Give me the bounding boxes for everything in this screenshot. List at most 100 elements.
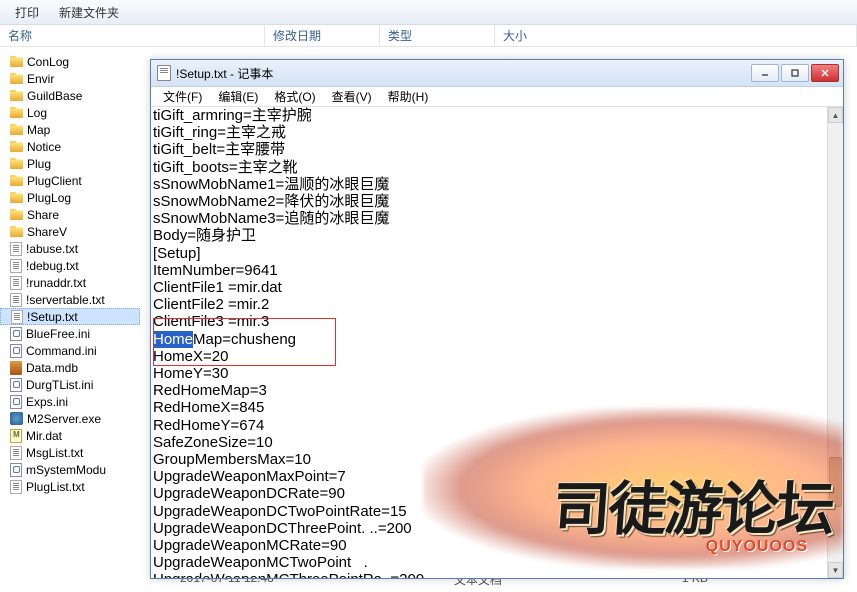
txt-icon <box>11 310 23 324</box>
folder-icon <box>10 175 23 186</box>
menu-edit[interactable]: 编辑(E) <box>212 86 264 107</box>
folder-icon <box>10 107 23 118</box>
file-row[interactable]: MsgList.txt <box>0 444 140 461</box>
file-name: ConLog <box>27 55 69 69</box>
file-row[interactable]: PlugLog <box>0 189 140 206</box>
file-row[interactable]: ConLog <box>0 53 140 70</box>
file-name: GuildBase <box>27 89 82 103</box>
selection: Home <box>153 331 193 348</box>
file-row[interactable]: BlueFree.ini <box>0 325 140 342</box>
maximize-button[interactable] <box>781 64 809 82</box>
folder-icon <box>10 226 23 237</box>
file-row[interactable]: !abuse.txt <box>0 240 140 257</box>
notepad-window: !Setup.txt - 记事本 文件(F) 编辑(E) 格式(O) 查看(V)… <box>150 59 844 579</box>
exe-icon <box>10 412 23 425</box>
file-row[interactable]: M2Server.exe <box>0 410 140 427</box>
minimize-button[interactable] <box>751 64 779 82</box>
folder-icon <box>10 158 23 169</box>
toolbar-new-folder[interactable]: 新建文件夹 <box>59 4 119 21</box>
title-bar[interactable]: !Setup.txt - 记事本 <box>151 60 843 87</box>
text-area-container: tiGift_armring=主宰护腕 tiGift_ring=主宰之戒 tiG… <box>151 107 843 578</box>
file-row[interactable]: PlugClient <box>0 172 140 189</box>
col-size[interactable]: 大小 <box>495 25 857 46</box>
file-row[interactable]: !servertable.txt <box>0 291 140 308</box>
file-name: PlugLog <box>27 191 71 205</box>
file-name: DurgTList.ini <box>26 378 93 392</box>
folder-icon <box>10 209 23 220</box>
file-row[interactable]: !debug.txt <box>0 257 140 274</box>
menu-help[interactable]: 帮助(H) <box>382 86 435 107</box>
scroll-thumb[interactable] <box>829 457 842 507</box>
file-name: !debug.txt <box>26 259 79 273</box>
notepad-icon <box>157 65 171 81</box>
file-name: Mir.dat <box>26 429 62 443</box>
close-button[interactable] <box>811 64 839 82</box>
file-row[interactable]: PlugList.txt <box>0 478 140 495</box>
ini-icon <box>10 463 22 477</box>
folder-icon <box>10 56 23 67</box>
column-header: 名称 修改日期 类型 大小 <box>0 25 857 47</box>
file-list: ConLogEnvir GuildBase Log MapNotice Plug Plug… <box>0 47 140 495</box>
scrollbar[interactable]: ▲ ▼ <box>827 107 843 578</box>
file-row[interactable]: Log <box>0 104 140 121</box>
scroll-down-icon[interactable]: ▼ <box>828 562 843 578</box>
file-row[interactable]: Command.ini <box>0 342 140 359</box>
file-name: Log <box>27 106 47 120</box>
file-name: Map <box>27 123 50 137</box>
file-name: !servertable.txt <box>26 293 105 307</box>
file-name: mSystemModu <box>26 463 106 477</box>
file-name: !runaddr.txt <box>26 276 86 290</box>
menu-file[interactable]: 文件(F) <box>157 86 208 107</box>
file-name: MsgList.txt <box>26 446 83 460</box>
scroll-up-icon[interactable]: ▲ <box>828 107 843 123</box>
file-name: Plug <box>27 157 51 171</box>
ini-icon <box>10 327 22 341</box>
file-row[interactable]: Map <box>0 121 140 138</box>
file-row[interactable]: Notice <box>0 138 140 155</box>
file-row[interactable]: Plug <box>0 155 140 172</box>
file-name: BlueFree.ini <box>26 327 90 341</box>
window-controls <box>751 64 843 82</box>
file-row[interactable]: Share <box>0 206 140 223</box>
file-row[interactable]: Envir <box>0 70 140 87</box>
file-name: Command.ini <box>26 344 97 358</box>
ini-icon <box>10 344 22 358</box>
file-name: Exps.ini <box>26 395 68 409</box>
ini-icon <box>10 378 22 392</box>
file-row[interactable]: ShareV <box>0 223 140 240</box>
text-area[interactable]: tiGift_armring=主宰护腕 tiGift_ring=主宰之戒 tiG… <box>151 107 827 578</box>
dat-icon <box>10 429 22 443</box>
folder-icon <box>10 90 23 101</box>
txt-icon <box>10 480 22 494</box>
file-row[interactable]: Mir.dat <box>0 427 140 444</box>
txt-icon <box>10 259 22 273</box>
file-row[interactable]: !Setup.txt <box>0 308 140 325</box>
file-row[interactable]: Exps.ini <box>0 393 140 410</box>
folder-icon <box>10 124 23 135</box>
txt-icon <box>10 293 22 307</box>
col-type[interactable]: 类型 <box>380 25 495 46</box>
toolbar-print[interactable]: 打印 <box>15 4 39 21</box>
folder-icon <box>10 192 23 203</box>
txt-icon <box>10 276 22 290</box>
window-title: !Setup.txt - 记事本 <box>176 65 751 82</box>
file-name: Share <box>27 208 59 222</box>
file-name: M2Server.exe <box>27 412 101 426</box>
explorer-toolbar: 打印 新建文件夹 <box>0 0 857 25</box>
folder-icon <box>10 141 23 152</box>
file-name: PlugClient <box>27 174 82 188</box>
file-row[interactable]: DurgTList.ini <box>0 376 140 393</box>
txt-icon <box>10 446 22 460</box>
col-name[interactable]: 名称 <box>0 25 265 46</box>
file-name: Data.mdb <box>26 361 78 375</box>
menu-format[interactable]: 格式(O) <box>268 86 321 107</box>
file-row[interactable]: !runaddr.txt <box>0 274 140 291</box>
file-row[interactable]: GuildBase <box>0 87 140 104</box>
col-date[interactable]: 修改日期 <box>265 25 380 46</box>
file-row[interactable]: mSystemModu <box>0 461 140 478</box>
file-name: !Setup.txt <box>27 310 78 324</box>
folder-icon <box>10 73 23 84</box>
file-row[interactable]: Data.mdb <box>0 359 140 376</box>
menu-bar: 文件(F) 编辑(E) 格式(O) 查看(V) 帮助(H) <box>151 87 843 107</box>
menu-view[interactable]: 查看(V) <box>326 86 378 107</box>
